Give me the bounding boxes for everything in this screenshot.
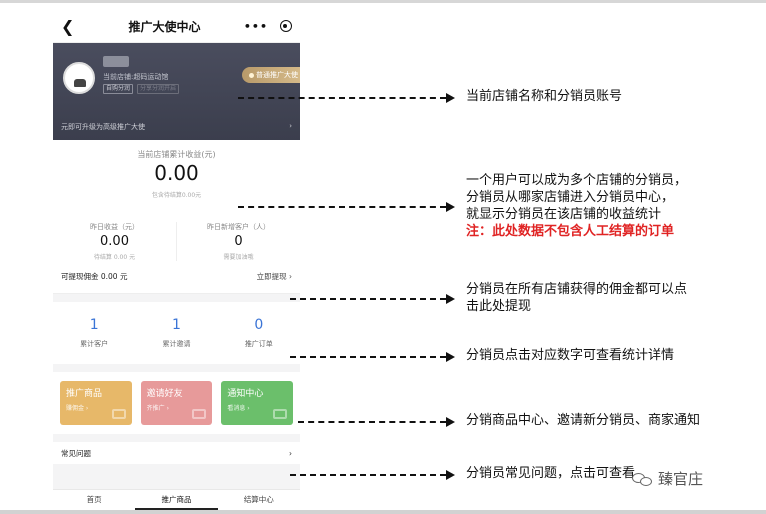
annotation-arrow-4 (290, 352, 455, 362)
stats-row: 1 累计客户 1 累计邀请 0 推广订单 (53, 302, 300, 364)
annotation-withdraw: 分销员在所有店铺获得的佣金都可以点 击此处提现 (466, 282, 688, 314)
message-icon (273, 409, 288, 419)
phone-screen: ❮ 推广大使中心 ••• 当前店铺:超码运动馆 自购分润 分享分润开启 普通推广… (53, 10, 300, 510)
megaphone-icon (111, 409, 126, 419)
more-icon[interactable]: ••• (244, 20, 268, 33)
bottom-frame-line (0, 510, 766, 514)
top-frame-line (0, 0, 766, 3)
badge-dot-icon (249, 72, 254, 78)
yesterday-stats: 昨日收益（元） 0.00 待结算 0.00 元 昨日新增客户（人） 0 需要加油… (53, 222, 300, 261)
level-badge[interactable]: 普通推广大使 (242, 67, 300, 83)
stat-total-invites[interactable]: 1 累计邀请 (135, 317, 217, 349)
withdraw-row: 可提现佣金 0.00 元 立即提现 › (53, 271, 300, 282)
annotation-faq: 分销员常见问题，点击可查看 (466, 466, 636, 481)
store-name: 当前店铺:超码运动馆 (103, 73, 169, 81)
annotation-store-account: 当前店铺名称和分销员账号 (466, 89, 623, 104)
chevron-right-icon: › (289, 448, 292, 458)
notification-center-card[interactable]: 通知中心 看消息 › (221, 381, 294, 425)
yesterday-new-customers[interactable]: 昨日新增客户（人） 0 需要加油哦 (176, 222, 300, 261)
upgrade-row[interactable]: 元即可升级为高级推广大使 › (61, 122, 292, 132)
avatar (63, 62, 95, 94)
tag-self-purchase: 自购分润 (103, 84, 134, 94)
annotation-arrow-6 (290, 470, 455, 480)
tab-bar: 首页 推广商品 结算中心 (53, 489, 300, 510)
earnings-pending: 包含待结算0.00元 (151, 192, 202, 199)
annotation-stats: 分销员点击对应数字可查看统计详情 (466, 348, 675, 363)
watermark-text: 臻官庄 (658, 470, 704, 488)
earnings-total[interactable]: 0.00 (53, 161, 300, 185)
stat-total-customers[interactable]: 1 累计客户 (53, 317, 135, 349)
nav-bar: ❮ 推广大使中心 ••• (53, 10, 300, 43)
tab-home[interactable]: 首页 (53, 490, 135, 510)
profile-header: 当前店铺:超码运动馆 自购分润 分享分润开启 普通推广大使 元即可升级为高级推广… (53, 43, 300, 140)
earnings-panel: 当前店铺累计收益(元) 0.00 包含待结算0.00元 昨日收益（元） 0.00… (53, 140, 300, 294)
watermark: 臻官庄 (632, 468, 703, 489)
stat-promo-orders[interactable]: 0 推广订单 (218, 317, 300, 349)
target-icon[interactable] (279, 20, 292, 32)
role-tags: 自购分润 分享分润开启 (103, 84, 180, 94)
faq-row[interactable]: 常见问题 › (53, 442, 300, 464)
feature-cards: 推广商品 赚佣金 › 邀请好友 齐推广 › 通知中心 看消息 › (53, 372, 300, 434)
username-blurred (103, 56, 129, 67)
tab-settlement[interactable]: 结算中心 (218, 490, 300, 510)
wechat-icon (632, 471, 654, 487)
annotation-arrow-2 (238, 202, 455, 212)
yesterday-income[interactable]: 昨日收益（元） 0.00 待结算 0.00 元 (53, 222, 176, 261)
annotation-arrow-3 (290, 294, 455, 304)
capsule-menu[interactable]: ••• (244, 20, 292, 33)
tab-promo-products[interactable]: 推广商品 (135, 490, 218, 510)
gift-icon (192, 409, 207, 419)
withdraw-button[interactable]: 立即提现 › (257, 271, 292, 282)
annotation-cards: 分销商品中心、邀请新分销员、商家通知 (466, 413, 701, 428)
chevron-right-icon: › (289, 272, 292, 281)
page-title: 推广大使中心 (128, 19, 201, 34)
withdrawable-amount: 可提现佣金 0.00 元 (61, 272, 128, 281)
faq-label: 常见问题 (61, 448, 91, 458)
annotation-arrow-5 (298, 417, 455, 427)
invite-friends-card[interactable]: 邀请好友 齐推广 › (140, 381, 213, 425)
annotation-arrow-1 (238, 93, 455, 103)
upgrade-text: 元即可升级为高级推广大使 (61, 123, 145, 131)
chevron-left-icon[interactable]: ❮ (61, 17, 85, 36)
earnings-label: 当前店铺累计收益(元) (137, 150, 216, 159)
promo-products-card[interactable]: 推广商品 赚佣金 › (60, 381, 132, 425)
tag-share-commission: 分享分润开启 (137, 84, 180, 94)
chevron-right-icon: › (289, 122, 292, 130)
annotation-earnings: 一个用户可以成为多个店铺的分销员， 分销员从哪家店铺进入分销员中心， 就显示分销… (466, 173, 688, 239)
